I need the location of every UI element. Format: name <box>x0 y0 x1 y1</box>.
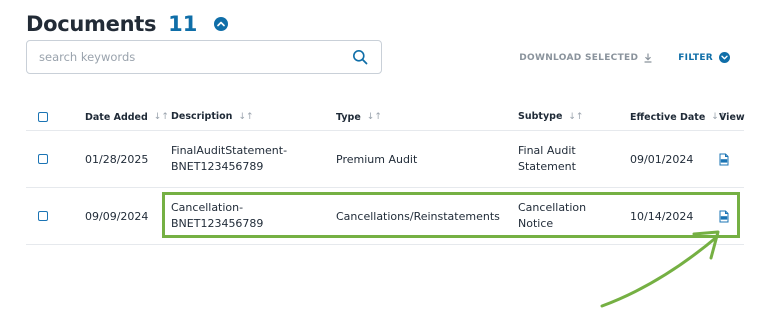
description-cell: FinalAuditStatement- BNET123456789 <box>171 143 331 175</box>
column-label: Date Added <box>85 111 148 123</box>
type-cell: Premium Audit <box>336 152 418 166</box>
effective-date-cell: 10/14/2024 <box>630 209 694 223</box>
column-label: Type <box>336 111 361 123</box>
download-icon <box>644 52 652 63</box>
subtype-line: Final Audit <box>518 144 576 157</box>
subtype-cell: Final Audit Statement <box>518 143 618 175</box>
type-cell: Cancellations/Reinstatements <box>336 209 500 223</box>
search-icon[interactable] <box>351 48 369 66</box>
table-row: 01/28/2025 FinalAuditStatement- BNET1234… <box>26 131 744 188</box>
sort-icon: ↓↑ <box>568 112 584 122</box>
row-checkbox[interactable] <box>38 211 48 221</box>
column-header-subtype[interactable]: Subtype ↓↑ <box>518 109 618 125</box>
page-title: Documents <box>26 12 157 36</box>
subtype-line: Statement <box>518 160 576 173</box>
column-label: View <box>719 111 745 123</box>
description-line: Cancellation- <box>171 201 244 214</box>
column-header-effective-date[interactable]: Effective Date ↓↑ <box>630 112 726 123</box>
date-added-cell: 09/09/2024 <box>85 209 149 223</box>
column-header-description[interactable]: Description ↓↑ <box>171 109 331 125</box>
download-selected-label: DOWNLOAD SELECTED <box>519 52 639 63</box>
select-all-checkbox[interactable] <box>38 112 48 122</box>
column-label: Effective Date <box>630 111 706 123</box>
description-line: FinalAuditStatement- <box>171 144 288 157</box>
sort-icon: ↓↑ <box>366 112 382 122</box>
document-count: 11 <box>168 12 198 36</box>
documents-table: Date Added ↓↑ Description ↓↑ Type ↓↑ Sub… <box>26 104 745 245</box>
toolbar-actions: DOWNLOAD SELECTED FILTER <box>519 52 730 63</box>
column-header-type[interactable]: Type ↓↑ <box>336 112 382 123</box>
date-added-cell: 01/28/2025 <box>85 152 149 166</box>
table-header-row: Date Added ↓↑ Description ↓↑ Type ↓↑ Sub… <box>26 104 745 131</box>
select-all-cell <box>38 112 48 122</box>
subtype-line: Cancellation <box>518 201 587 214</box>
description-cell: Cancellation- BNET123456789 <box>171 200 331 232</box>
collapse-button[interactable] <box>214 17 229 31</box>
view-cell <box>719 210 729 223</box>
chevron-down-icon <box>719 52 730 63</box>
subtype-cell: Cancellation Notice <box>518 200 618 232</box>
table-row: 09/09/2024 Cancellation- BNET123456789 C… <box>26 188 744 245</box>
column-label: Description <box>171 111 233 122</box>
download-selected-button[interactable]: DOWNLOAD SELECTED <box>519 53 652 63</box>
filter-label: FILTER <box>678 52 713 63</box>
row-checkbox[interactable] <box>38 154 48 164</box>
description-line: BNET123456789 <box>171 160 264 173</box>
pdf-file-icon[interactable] <box>719 210 729 223</box>
filter-button[interactable]: FILTER <box>678 52 730 63</box>
row-select-cell <box>38 154 48 164</box>
effective-date-cell: 09/01/2024 <box>630 152 694 166</box>
chevron-up-icon <box>217 21 226 27</box>
column-header-date-added[interactable]: Date Added ↓↑ <box>85 112 169 123</box>
row-select-cell <box>38 211 48 221</box>
pdf-file-icon[interactable] <box>719 153 729 166</box>
view-cell <box>719 153 729 166</box>
sort-icon: ↓↑ <box>153 112 169 122</box>
search-box <box>26 40 382 74</box>
search-input[interactable] <box>27 41 351 73</box>
description-line: BNET123456789 <box>171 217 264 230</box>
sort-icon: ↓↑ <box>238 112 254 122</box>
column-header-view: View <box>719 112 745 123</box>
subtype-line: Notice <box>518 217 554 230</box>
documents-header: Documents 11 <box>26 12 229 36</box>
column-label: Subtype <box>518 111 563 122</box>
